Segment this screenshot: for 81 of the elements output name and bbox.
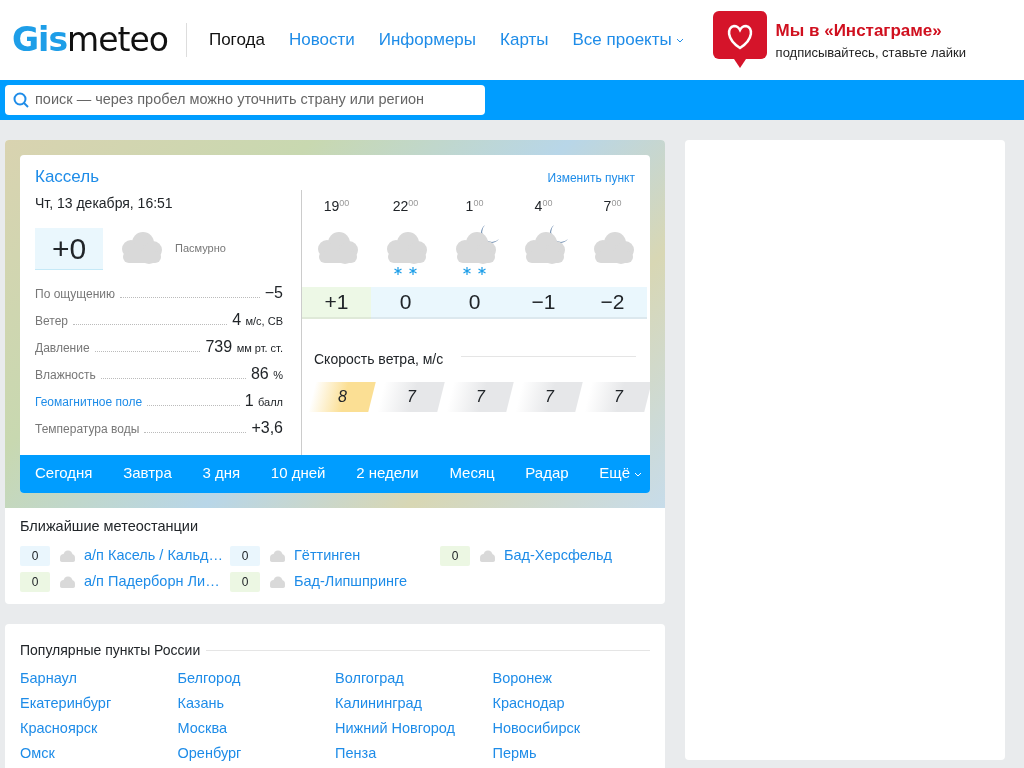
- detail-value: 86 %: [250, 363, 283, 384]
- detail-value: 1 балл: [244, 390, 283, 411]
- city-link[interactable]: Кассель: [35, 164, 100, 190]
- detail-label: Температура воды: [35, 420, 140, 438]
- city-link[interactable]: Пенза: [335, 744, 377, 764]
- hour-label: 4$^{00}$: [534, 196, 553, 216]
- city-link[interactable]: Пермь: [492, 744, 537, 764]
- city-link[interactable]: Оренбург: [177, 744, 242, 764]
- hour-label: 1$^{00}$: [465, 196, 484, 216]
- search-field[interactable]: поиск — через пробел можно уточнить страну или регион: [5, 85, 485, 115]
- hour-temperature: 0: [371, 286, 440, 319]
- city-link[interactable]: Волгоград: [335, 669, 404, 689]
- station-link[interactable]: Бад-Липшпринге: [294, 571, 408, 594]
- hour-temperature: −2: [578, 286, 647, 319]
- forecast-tab[interactable]: Ещё: [599, 462, 642, 485]
- section-title: Популярные пункты России: [20, 641, 201, 661]
- forecast-tab[interactable]: Сегодня: [35, 462, 93, 485]
- forecast-tab[interactable]: 10 дней: [270, 462, 326, 485]
- hour-label: 7$^{00}$: [603, 196, 622, 216]
- nav-link[interactable]: Новости: [276, 27, 367, 53]
- city-link[interactable]: Барнаул: [20, 669, 77, 689]
- promo-subtitle: подписывайтесь, ставьте лайки: [775, 44, 966, 62]
- city-link[interactable]: Краснодар: [492, 694, 565, 714]
- station-link[interactable]: Бад-Херсфельд: [504, 545, 612, 568]
- station-link[interactable]: а/п Касель / Кальд…: [84, 545, 223, 568]
- station-temperature: 0: [230, 572, 260, 593]
- date-time: Чт, 13 декабря, 16:51: [35, 193, 174, 213]
- current-temperature: +0: [35, 227, 103, 270]
- city-link[interactable]: Воронеж: [492, 669, 552, 689]
- detail-value: 4 м/с, СВ: [232, 309, 283, 330]
- station-link[interactable]: Гёттинген: [294, 545, 361, 568]
- city-link[interactable]: Красноярск: [20, 719, 98, 739]
- detail-label: Ветер: [35, 312, 68, 330]
- forecast-tab[interactable]: 2 недели: [356, 462, 419, 485]
- promo-title[interactable]: Мы в «Инстаграме»: [775, 17, 966, 43]
- hour-temperature: 0: [440, 286, 509, 319]
- city-link[interactable]: Екатеринбург: [20, 694, 112, 714]
- nav-link[interactable]: Информеры: [366, 27, 489, 53]
- station-link[interactable]: а/п Падерборн Ли…: [84, 571, 220, 594]
- city-link[interactable]: Белгород: [177, 669, 241, 689]
- station-temperature: 0: [440, 546, 470, 567]
- station-temperature: 0: [230, 546, 260, 567]
- detail-value: −5: [264, 282, 283, 303]
- detail-value: +3,6: [251, 417, 283, 438]
- city-link[interactable]: Новосибирск: [492, 719, 581, 739]
- cloud-icon: [58, 575, 76, 590]
- station-temperature: 0: [20, 546, 50, 567]
- cloud-icon: [58, 549, 76, 564]
- nav-link[interactable]: Погода: [196, 27, 277, 53]
- forecast-tab[interactable]: Радар: [525, 462, 569, 485]
- hour-label: 22$^{00}$: [392, 196, 419, 216]
- detail-label: Давление: [35, 339, 90, 357]
- cloud-icon: [268, 575, 286, 590]
- heart-badge-icon: [711, 10, 768, 70]
- cloud-icon: [268, 549, 286, 564]
- section-title: Ближайшие метеостанции: [20, 516, 200, 536]
- station-temperature: 0: [20, 572, 50, 593]
- detail-value: 739 мм рт. ст.: [205, 336, 283, 357]
- city-link[interactable]: Нижний Новгород: [335, 719, 456, 739]
- weather-condition: Пасмурно: [175, 241, 226, 257]
- hour-temperature: −1: [509, 286, 578, 319]
- nav-link[interactable]: Карты: [488, 27, 561, 53]
- nav-link[interactable]: Все проекты: [560, 27, 696, 53]
- detail-link[interactable]: Геомагнитное поле: [35, 391, 143, 412]
- detail-label: Влажность: [35, 366, 96, 384]
- forecast-tab[interactable]: Месяц: [449, 462, 495, 485]
- city-link[interactable]: Омск: [20, 744, 55, 764]
- hour-label: 19$^{00}$: [323, 196, 350, 216]
- detail-label: По ощущению: [35, 285, 116, 303]
- city-link[interactable]: Москва: [177, 719, 227, 739]
- gismeteo-logo[interactable]: Gismeteo: [12, 15, 168, 65]
- forecast-tab[interactable]: 3 дня: [202, 462, 241, 485]
- change-location-link[interactable]: Изменить пункт: [547, 169, 635, 187]
- search-icon: [13, 92, 29, 108]
- forecast-tab[interactable]: Завтра: [123, 462, 172, 485]
- cloud-icon: [478, 549, 496, 564]
- city-link[interactable]: Казань: [177, 694, 225, 714]
- wind-speed: 8: [308, 381, 376, 412]
- city-link[interactable]: Калининград: [335, 694, 423, 714]
- wind-title: Скорость ветра, м/с: [314, 349, 444, 369]
- hour-temperature: +1: [302, 286, 371, 319]
